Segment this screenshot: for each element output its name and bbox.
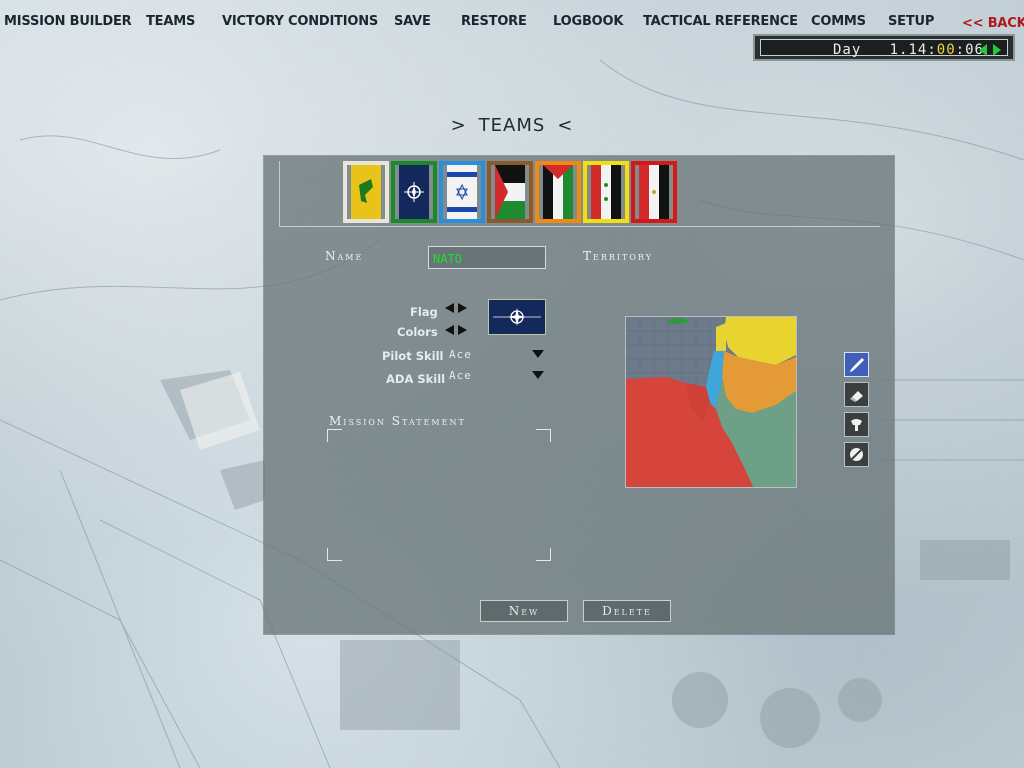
team-flag-hezbollah[interactable] <box>343 161 389 223</box>
paint-brush-icon <box>850 358 864 372</box>
hezbollah-flag-icon <box>351 165 381 219</box>
nav-tactical-reference[interactable]: TACTICAL REFERENCE <box>643 14 798 29</box>
clock-readout: Day 1.14:00:06 <box>833 42 984 58</box>
fill-tool-button[interactable] <box>844 412 869 437</box>
colors-cycle-arrows-icon[interactable] <box>445 325 467 335</box>
selected-flag-preview <box>488 299 546 335</box>
nav-teams[interactable]: TEAMS <box>146 14 195 29</box>
clock-day: 1 <box>889 42 900 58</box>
back-button[interactable]: << BACK <box>962 16 1024 31</box>
nav-save[interactable]: SAVE <box>394 14 431 29</box>
nav-mission-builder[interactable]: MISSION BUILDER <box>4 14 132 29</box>
flag-cycle-arrows-icon[interactable] <box>445 303 467 313</box>
time-compression-arrows-icon[interactable] <box>979 44 1001 56</box>
mission-statement-label: Mission Statement <box>329 414 466 428</box>
egypt-flag-icon <box>639 165 669 219</box>
nav-comms[interactable]: COMMS <box>811 14 866 29</box>
pilot-skill-label: Pilot Skill <box>382 349 444 363</box>
new-team-button[interactable]: New <box>480 600 568 622</box>
eraser-icon <box>850 391 863 402</box>
team-flag-strip <box>279 161 880 227</box>
territory-map-canvas <box>626 317 796 487</box>
israel-flag-icon <box>447 165 477 219</box>
paint-brush-tool-button[interactable] <box>844 352 869 377</box>
clock-day-label: Day <box>833 42 862 58</box>
nav-setup[interactable]: SETUP <box>888 14 934 29</box>
pilot-skill-dropdown-icon[interactable] <box>532 350 544 358</box>
territory-label: Territory <box>583 249 654 263</box>
clear-tool-button[interactable] <box>844 442 869 467</box>
jordan-flag-icon <box>543 165 573 219</box>
paint-bucket-icon <box>851 419 862 431</box>
nav-logbook[interactable]: LOGBOOK <box>553 14 623 29</box>
flag-label: Flag <box>410 305 438 319</box>
clear-icon <box>850 448 863 461</box>
nav-restore[interactable]: RESTORE <box>461 14 527 29</box>
ada-skill-select[interactable]: Ace <box>449 369 472 382</box>
ada-skill-label: ADA Skill <box>386 372 446 386</box>
nato-flag-icon <box>489 300 545 334</box>
team-name-input[interactable] <box>428 246 546 269</box>
team-flag-jordan[interactable] <box>535 161 581 223</box>
territory-map[interactable] <box>625 316 797 488</box>
colors-label: Colors <box>397 325 438 339</box>
nato-flag-icon <box>399 165 429 219</box>
team-flag-palestine[interactable] <box>487 161 533 223</box>
clock-hours: 14 <box>908 42 928 58</box>
page-title: > TEAMS < <box>450 115 574 136</box>
delete-team-button[interactable]: Delete <box>583 600 671 622</box>
ada-skill-dropdown-icon[interactable] <box>532 371 544 379</box>
syria-flag-icon <box>591 165 621 219</box>
team-flag-nato[interactable] <box>391 161 437 223</box>
mission-statement-textarea[interactable] <box>327 429 551 561</box>
palestine-flag-icon <box>495 165 525 219</box>
top-menu: MISSION BUILDER TEAMS VICTORY CONDITIONS… <box>0 14 1024 36</box>
nav-victory-conditions[interactable]: VICTORY CONDITIONS <box>222 14 378 29</box>
game-clock: Day 1.14:00:06 <box>753 34 1015 61</box>
team-flag-egypt[interactable] <box>631 161 677 223</box>
name-label: Name <box>325 249 364 263</box>
eraser-tool-button[interactable] <box>844 382 869 407</box>
team-flag-israel[interactable] <box>439 161 485 223</box>
team-flag-syria[interactable] <box>583 161 629 223</box>
teams-panel: Name Territory Flag Colors Pilot Skill A… <box>264 156 894 634</box>
clock-minutes: 00 <box>936 42 956 58</box>
pilot-skill-select[interactable]: Ace <box>449 348 472 361</box>
